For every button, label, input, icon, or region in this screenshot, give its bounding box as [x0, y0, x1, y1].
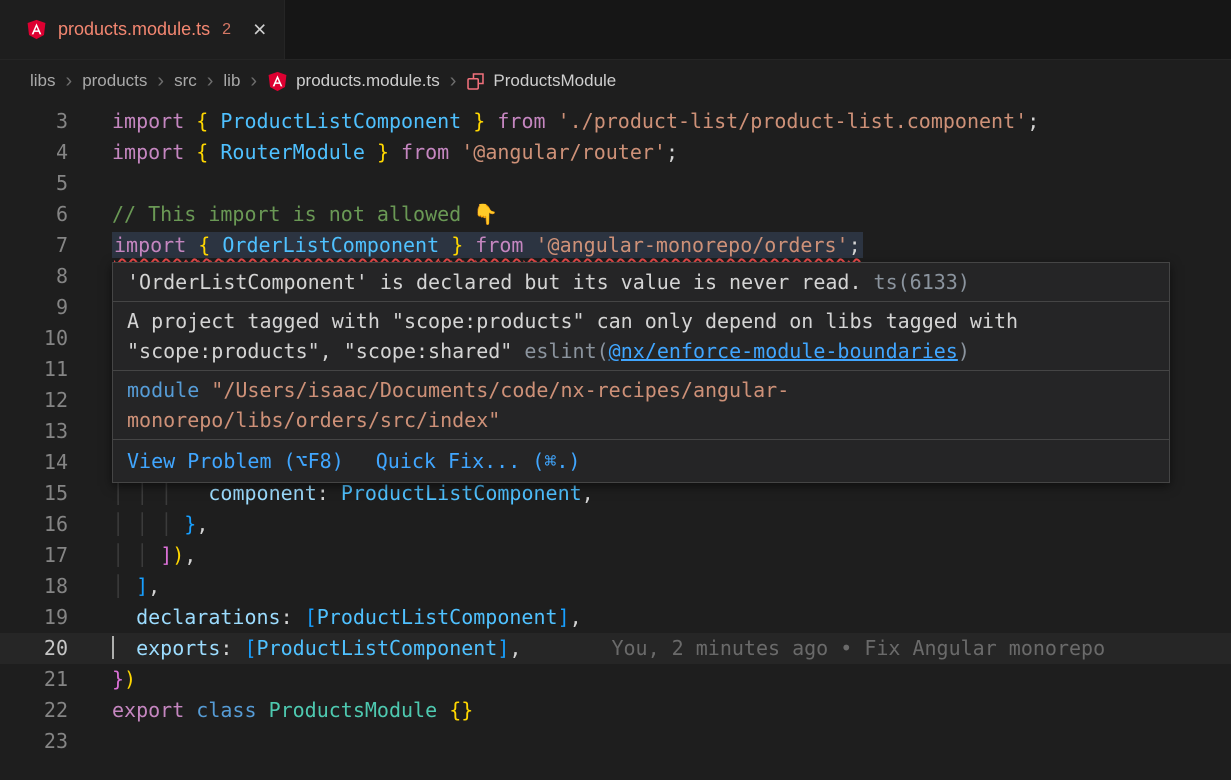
line-content: declarations: [ProductListComponent], [68, 602, 1231, 633]
line-number: 7 [0, 230, 68, 261]
tab-title: products.module.ts [58, 19, 210, 40]
breadcrumb-label: ProductsModule [493, 71, 616, 91]
chevron-right-icon: › [250, 71, 257, 91]
line-number: 23 [0, 726, 68, 757]
error-highlight: import { OrderListComponent } from '@ang… [112, 232, 863, 258]
line-number: 13 [0, 416, 68, 447]
breadcrumb-item-src[interactable]: src [174, 71, 197, 91]
hover-section-actions: View Problem (⌥F8) Quick Fix... (⌘.) [113, 440, 1169, 482]
line-number: 14 [0, 447, 68, 478]
code-line-19[interactable]: 19 declarations: [ProductListComponent], [0, 602, 1231, 633]
hover-popup: 'OrderListComponent' is declared but its… [112, 262, 1170, 483]
breadcrumb-item-products-module-ts[interactable]: products.module.ts [267, 71, 440, 92]
chevron-right-icon: › [207, 71, 214, 91]
line-content: │ │ │ }, [68, 509, 1231, 540]
symbol-class-icon [466, 72, 485, 91]
line-number: 17 [0, 540, 68, 571]
line-number: 8 [0, 261, 68, 292]
breadcrumb-item-libs[interactable]: libs [30, 71, 56, 91]
view-problem-action[interactable]: View Problem (⌥F8) [127, 449, 344, 473]
code-line-21[interactable]: 21}) [0, 664, 1231, 695]
line-number: 10 [0, 323, 68, 354]
chevron-right-icon: › [66, 71, 73, 91]
line-content [68, 168, 1231, 199]
breadcrumb: libs › products › src › lib › products.module.ts… [0, 60, 1231, 102]
line-number: 21 [0, 664, 68, 695]
line-number: 15 [0, 478, 68, 509]
breadcrumb-label: src [174, 71, 197, 91]
text-cursor [112, 636, 114, 659]
line-content [68, 726, 1231, 757]
line-content: exports: [ProductListComponent],You, 2 m… [68, 633, 1231, 664]
line-content: // This import is not allowed 👇 [68, 199, 1231, 230]
line-number: 5 [0, 168, 68, 199]
line-number: 6 [0, 199, 68, 230]
hover-section-message: A project tagged with "scope:products" c… [113, 302, 1169, 371]
line-content: export class ProductsModule {} [68, 695, 1231, 726]
code-line-6[interactable]: 6// This import is not allowed 👇 [0, 199, 1231, 230]
line-number: 20 [0, 633, 68, 664]
line-number: 22 [0, 695, 68, 726]
chevron-right-icon: › [157, 71, 164, 91]
breadcrumb-item-productsmodule[interactable]: ProductsModule [466, 71, 616, 91]
code-line-23[interactable]: 23 [0, 726, 1231, 757]
line-content: │ ], [68, 571, 1231, 602]
code-line-5[interactable]: 5 [0, 168, 1231, 199]
close-icon[interactable]: × [253, 18, 266, 41]
breadcrumb-label: lib [223, 71, 240, 91]
line-number: 18 [0, 571, 68, 602]
line-number: 16 [0, 509, 68, 540]
editor[interactable]: 3import { ProductListComponent } from '.… [0, 102, 1231, 780]
angular-icon [26, 19, 48, 41]
hover-section-message: 'OrderListComponent' is declared but its… [113, 263, 1169, 302]
quick-fix-action[interactable]: Quick Fix... (⌘.) [376, 449, 581, 473]
code-line-18[interactable]: 18│ ], [0, 571, 1231, 602]
line-content: import { OrderListComponent } from '@ang… [68, 230, 1231, 261]
line-number: 4 [0, 137, 68, 168]
line-number: 3 [0, 106, 68, 137]
git-blame-annotation: You, 2 minutes ago • Fix Angular monorep… [611, 636, 1105, 660]
tab-problems-badge: 2 [222, 21, 231, 39]
line-content: import { ProductListComponent } from './… [68, 106, 1231, 137]
breadcrumb-label: libs [30, 71, 56, 91]
line-number: 12 [0, 385, 68, 416]
angular-icon [267, 71, 288, 92]
breadcrumb-item-lib[interactable]: lib [223, 71, 240, 91]
vscode-window: products.module.ts 2 × libs › products › src… [0, 0, 1231, 780]
code-line-20[interactable]: 20 exports: [ProductListComponent],You, … [0, 633, 1231, 664]
tab-bar: products.module.ts 2 × [0, 0, 1231, 60]
line-content: import { RouterModule } from '@angular/r… [68, 137, 1231, 168]
tab-products-module-ts[interactable]: products.module.ts 2 × [0, 0, 285, 59]
code-line-17[interactable]: 17│ │ ]), [0, 540, 1231, 571]
chevron-right-icon: › [450, 71, 457, 91]
line-number: 11 [0, 354, 68, 385]
line-number: 19 [0, 602, 68, 633]
code-line-4[interactable]: 4import { RouterModule } from '@angular/… [0, 137, 1231, 168]
eslint-rule-link[interactable]: @nx/enforce-module-boundaries [609, 339, 958, 363]
code-line-22[interactable]: 22export class ProductsModule {} [0, 695, 1231, 726]
breadcrumb-label: products.module.ts [296, 71, 440, 91]
breadcrumb-item-products[interactable]: products [82, 71, 147, 91]
breadcrumb-label: products [82, 71, 147, 91]
code-line-7[interactable]: 7 import { OrderListComponent } from '@an… [0, 230, 1231, 261]
hover-section-code: module "/Users/isaac/Documents/code/nx-r… [113, 371, 1169, 440]
code-line-16[interactable]: 16│ │ │ }, [0, 509, 1231, 540]
line-content: }) [68, 664, 1231, 695]
line-content: │ │ ]), [68, 540, 1231, 571]
line-number: 9 [0, 292, 68, 323]
code-line-3[interactable]: 3import { ProductListComponent } from '.… [0, 106, 1231, 137]
